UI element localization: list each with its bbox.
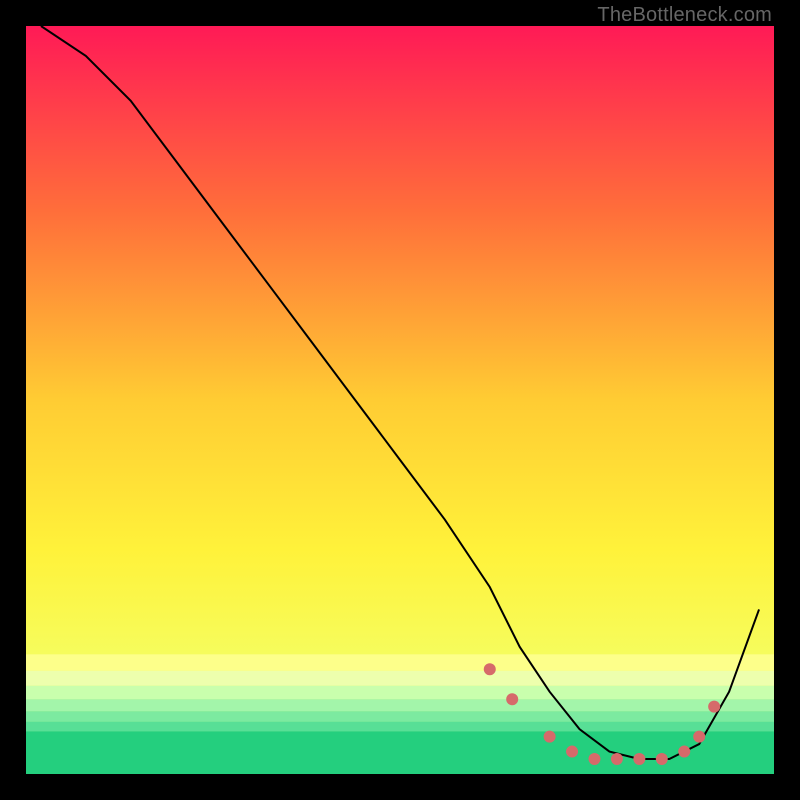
heat-band bbox=[26, 731, 774, 774]
heat-band bbox=[26, 671, 774, 686]
highlight-dot bbox=[678, 746, 690, 758]
highlight-dot bbox=[693, 731, 705, 743]
watermark-text: TheBottleneck.com bbox=[597, 4, 772, 27]
heat-band bbox=[26, 686, 774, 699]
bottleneck-chart bbox=[26, 26, 774, 774]
chart-frame bbox=[26, 26, 774, 774]
highlight-dot bbox=[506, 693, 518, 705]
highlight-dot bbox=[611, 753, 623, 765]
highlight-dot bbox=[656, 753, 668, 765]
highlight-dot bbox=[633, 753, 645, 765]
highlight-dot bbox=[708, 701, 720, 713]
highlight-dot bbox=[588, 753, 600, 765]
heat-band bbox=[26, 699, 774, 711]
heat-band bbox=[26, 654, 774, 670]
highlight-dot bbox=[544, 731, 556, 743]
heat-band bbox=[26, 722, 774, 732]
heat-band bbox=[26, 711, 774, 721]
highlight-dot bbox=[484, 663, 496, 675]
highlight-dot bbox=[566, 746, 578, 758]
